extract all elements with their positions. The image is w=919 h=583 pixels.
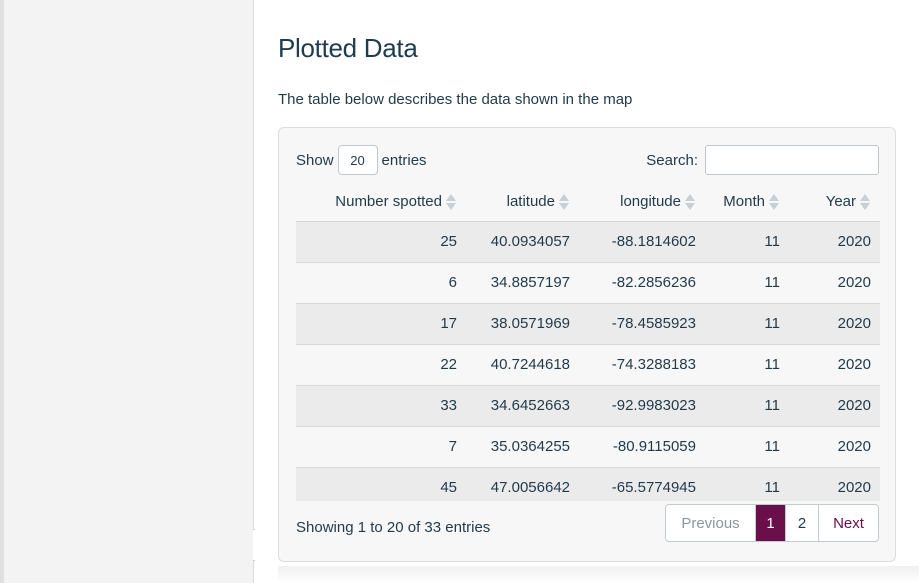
data-table: Number spotted latitude longitude Month Year… — [296, 183, 880, 501]
table-cell: 40.0934057 — [466, 220, 579, 262]
column-header-label: Number spotted — [335, 193, 442, 211]
table-cell: 11 — [705, 261, 789, 303]
table-cell: -82.2856236 — [579, 261, 705, 303]
table-cell: 45 — [296, 466, 466, 501]
table-cell: 2020 — [789, 466, 880, 501]
table-cell: 33 — [296, 384, 466, 426]
column-header-label: latitude — [506, 193, 555, 211]
table-row: 17 38.0571969 -78.4585923 11 2020 — [296, 302, 880, 344]
table-header-row: Number spotted latitude longitude Month Year — [296, 183, 880, 222]
sidebar — [0, 0, 254, 583]
column-header[interactable]: Number spotted — [296, 183, 466, 222]
entries-select[interactable]: 20 — [337, 145, 378, 175]
table-cell: 22 — [296, 343, 466, 385]
search-input[interactable] — [705, 145, 879, 175]
sort-icon — [769, 194, 779, 211]
table-cell: 35.0364255 — [466, 425, 579, 467]
column-header[interactable]: latitude — [466, 183, 579, 222]
table-cell: 11 — [705, 384, 789, 426]
table-cell: 38.0571969 — [466, 302, 579, 344]
table-cell: -88.1814602 — [579, 220, 705, 262]
entries-length-control: Show 20 entries — [296, 145, 427, 175]
table-cell: 6 — [296, 261, 466, 303]
table-cell: 2020 — [789, 343, 880, 385]
column-header-label: Month — [723, 193, 765, 211]
previous-page-button[interactable]: Previous — [666, 505, 755, 541]
column-header[interactable]: longitude — [579, 183, 705, 222]
table-cell: 2020 — [789, 384, 880, 426]
table-cell: -74.3288183 — [579, 343, 705, 385]
table-row: 33 34.6452663 -92.9983023 11 2020 — [296, 384, 880, 426]
table-info: Showing 1 to 20 of 33 entries — [296, 519, 491, 536]
card-shadow — [278, 566, 919, 583]
table-cell: 17 — [296, 302, 466, 344]
table-cell: 7 — [296, 425, 466, 467]
page-title: Plotted Data — [278, 33, 418, 63]
table-row: 7 35.0364255 -80.9115059 11 2020 — [296, 425, 880, 467]
table-cell: 2020 — [789, 302, 880, 344]
entries-label: entries — [381, 151, 427, 169]
search-control: Search: — [646, 145, 879, 175]
table-row: 22 40.7244618 -74.3288183 11 2020 — [296, 343, 880, 385]
table-scroll-area[interactable]: Number spotted latitude longitude Month Year… — [296, 183, 880, 501]
table-cell: 2020 — [789, 261, 880, 303]
table-cell: 2020 — [789, 425, 880, 467]
table-cell: -80.9115059 — [579, 425, 705, 467]
table-cell: 47.0056642 — [466, 466, 579, 501]
table-cell: 11 — [705, 425, 789, 467]
data-table-card: Show 20 entries Search: Number spotted la… — [278, 127, 896, 562]
column-header[interactable]: Month — [705, 183, 789, 222]
table-cell: -65.5774945 — [579, 466, 705, 501]
table-cell: 34.6452663 — [466, 384, 579, 426]
sort-icon — [559, 194, 569, 211]
table-body: 25 40.0934057 -88.1814602 11 2020 6 34.8857197… — [296, 220, 880, 501]
table-cell: 34.8857197 — [466, 261, 579, 303]
table-cell: 11 — [705, 302, 789, 344]
column-header[interactable]: Year — [789, 183, 880, 222]
table-cell: -92.9983023 — [579, 384, 705, 426]
sort-icon — [685, 194, 695, 211]
sort-icon — [860, 194, 870, 211]
table-row: 25 40.0934057 -88.1814602 11 2020 — [296, 220, 880, 262]
table-cell: 11 — [705, 220, 789, 262]
table-cell: 11 — [705, 343, 789, 385]
page-2-button[interactable]: 2 — [785, 505, 818, 541]
next-page-button[interactable]: Next — [818, 505, 878, 541]
table-row: 45 47.0056642 -65.5774945 11 2020 — [296, 466, 880, 501]
page-1-button[interactable]: 1 — [755, 505, 785, 541]
table-cell: 2020 — [789, 220, 880, 262]
table-row: 6 34.8857197 -82.2856236 11 2020 — [296, 261, 880, 303]
main-content: Plotted Data The table below describes t… — [255, 0, 919, 583]
show-label: Show — [296, 151, 334, 169]
search-label: Search: — [646, 151, 698, 169]
column-header-label: longitude — [620, 193, 681, 211]
pagination: Previous 1 2 Next — [665, 504, 879, 542]
table-cell: -78.4585923 — [579, 302, 705, 344]
table-cell: 40.7244618 — [466, 343, 579, 385]
sort-icon — [446, 194, 456, 211]
table-cell: 11 — [705, 466, 789, 501]
table-cell: 25 — [296, 220, 466, 262]
column-header-label: Year — [825, 193, 856, 211]
page-description: The table below describes the data shown… — [278, 91, 633, 108]
